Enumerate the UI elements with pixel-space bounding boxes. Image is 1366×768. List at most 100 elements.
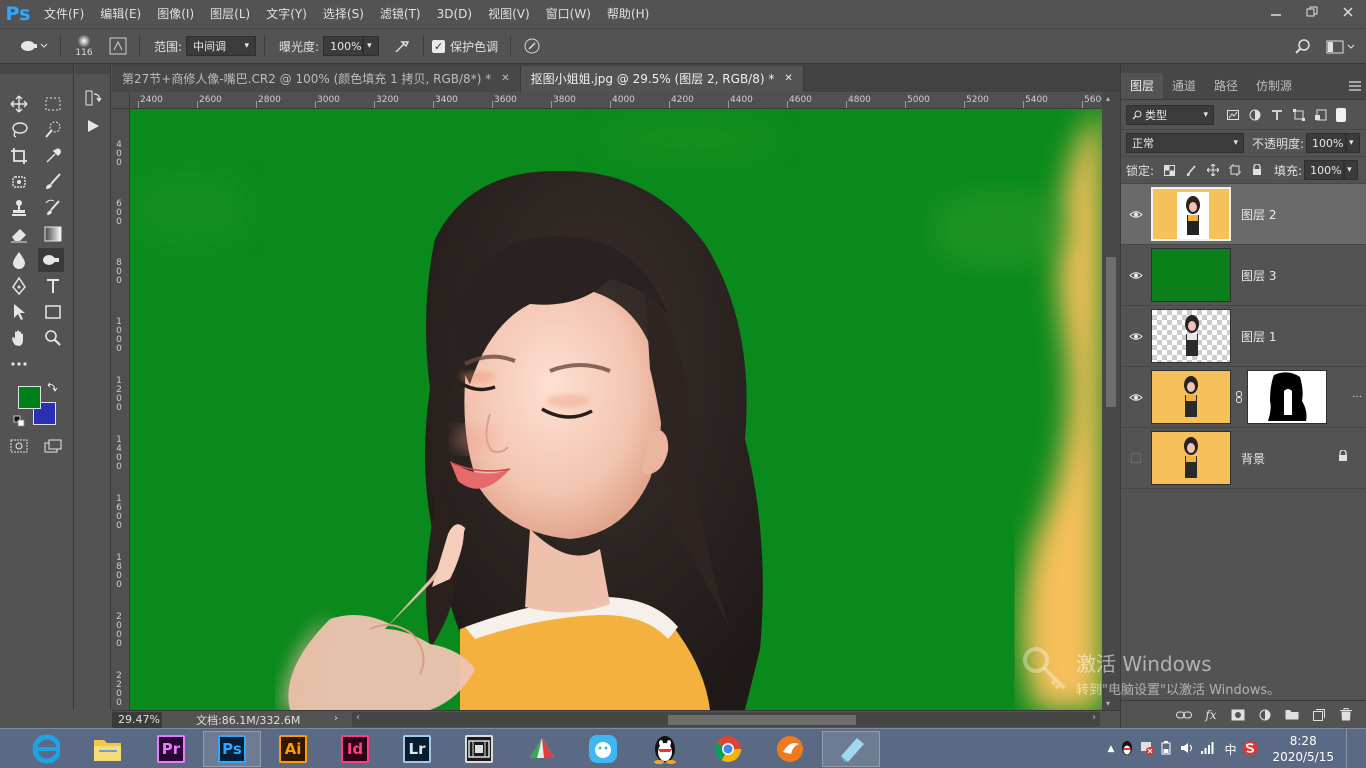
path-selection-tool-icon[interactable] bbox=[6, 300, 32, 324]
foreground-color-swatch[interactable] bbox=[18, 386, 41, 409]
group-icon[interactable] bbox=[1281, 705, 1303, 725]
lasso-tool-icon[interactable] bbox=[6, 118, 32, 142]
panel-grip[interactable] bbox=[0, 64, 73, 74]
swap-colors-icon[interactable] bbox=[44, 380, 60, 394]
chain-link-icon[interactable] bbox=[1233, 391, 1245, 403]
tab-layers[interactable]: 图层 bbox=[1121, 73, 1164, 99]
fill-dropdown[interactable]: ▾ bbox=[1344, 160, 1359, 180]
layer-name[interactable]: 图层 3 bbox=[1241, 267, 1276, 284]
taskbar-illustrator[interactable]: Ai bbox=[264, 731, 322, 767]
taskbar-ie[interactable] bbox=[14, 731, 78, 767]
taskbar-premiere[interactable]: Pr bbox=[142, 731, 200, 767]
opacity-dropdown[interactable]: ▾ bbox=[1346, 133, 1361, 153]
adjustment-icon[interactable] bbox=[1254, 705, 1276, 725]
close-icon[interactable]: ✕ bbox=[784, 66, 792, 92]
layer-filter-select[interactable]: 类型 ▾ bbox=[1126, 104, 1214, 125]
taskbar-qq[interactable] bbox=[636, 731, 694, 767]
qq-tray-icon[interactable] bbox=[1120, 740, 1134, 759]
layer-row[interactable]: 图层 3 bbox=[1121, 245, 1366, 306]
delete-icon[interactable] bbox=[1335, 705, 1357, 725]
layer-name[interactable]: 图层 2 bbox=[1241, 206, 1276, 223]
mask-icon[interactable] bbox=[1227, 705, 1249, 725]
lock-artboard-icon[interactable] bbox=[1224, 160, 1246, 180]
vertical-ruler[interactable]: 400 600 800 1000 1200 1400 1600 1800 2000 2200 bbox=[112, 109, 130, 710]
lock-transparent-icon[interactable] bbox=[1158, 160, 1180, 180]
blur-tool-icon[interactable] bbox=[6, 248, 32, 272]
scroll-down-icon[interactable]: ▾ bbox=[1106, 699, 1110, 708]
menu-image[interactable]: 图像(I) bbox=[149, 0, 202, 28]
taskbar-chrome[interactable] bbox=[698, 731, 756, 767]
history-panel-icon[interactable] bbox=[80, 86, 106, 110]
search-icon[interactable] bbox=[1290, 34, 1316, 60]
brush-settings-icon[interactable] bbox=[105, 33, 131, 59]
layer-name[interactable]: 图层 1 bbox=[1241, 328, 1276, 345]
eraser-tool-icon[interactable] bbox=[6, 222, 32, 246]
sogou-ime-icon[interactable] bbox=[1242, 740, 1258, 759]
new-layer-icon[interactable] bbox=[1308, 705, 1330, 725]
protect-tones-checkbox[interactable]: ✓ bbox=[432, 39, 446, 53]
layer-thumbnail[interactable] bbox=[1151, 248, 1231, 302]
menu-type[interactable]: 文字(Y) bbox=[258, 0, 315, 28]
taskbar-app-red[interactable] bbox=[512, 731, 570, 767]
network-warning-icon[interactable] bbox=[1140, 741, 1155, 758]
brush-preset-picker[interactable]: 116 bbox=[69, 30, 99, 62]
menu-filter[interactable]: 滤镜(T) bbox=[372, 0, 429, 28]
scroll-left-icon[interactable]: ‹ bbox=[356, 712, 360, 723]
menu-select[interactable]: 选择(S) bbox=[315, 0, 372, 28]
filter-shape-icon[interactable] bbox=[1288, 105, 1310, 125]
eye-icon[interactable] bbox=[1121, 210, 1151, 219]
lock-pixels-icon[interactable] bbox=[1180, 160, 1202, 180]
document-tab-1[interactable]: 第27节+商修人像-嘴巴.CR2 @ 100% (颜色填充 1 拷贝, RGB/… bbox=[112, 66, 521, 92]
taskbar-app-cyan[interactable] bbox=[822, 731, 880, 767]
taskbar-video-app[interactable] bbox=[450, 731, 508, 767]
ruler-origin[interactable] bbox=[112, 92, 130, 109]
menu-edit[interactable]: 编辑(E) bbox=[92, 0, 149, 28]
signal-icon[interactable] bbox=[1200, 741, 1214, 758]
minimize-icon[interactable] bbox=[1258, 0, 1294, 24]
zoom-tool-icon[interactable] bbox=[40, 326, 66, 350]
filter-type-icon[interactable] bbox=[1266, 105, 1288, 125]
filter-adjustment-icon[interactable] bbox=[1244, 105, 1266, 125]
filter-pixel-icon[interactable] bbox=[1222, 105, 1244, 125]
brush-tool-icon[interactable] bbox=[40, 170, 66, 194]
scroll-up-icon[interactable]: ▴ bbox=[1106, 94, 1110, 103]
taskbar-app-orange[interactable] bbox=[760, 731, 818, 767]
hand-tool-icon[interactable] bbox=[6, 326, 32, 350]
eye-icon[interactable] bbox=[1121, 332, 1151, 341]
range-select[interactable]: 中间调 ▾ bbox=[186, 36, 257, 56]
eye-icon[interactable] bbox=[1121, 271, 1151, 280]
menu-help[interactable]: 帮助(H) bbox=[599, 0, 657, 28]
filter-toggle-switch[interactable] bbox=[1336, 107, 1346, 122]
status-menu-arrow-icon[interactable]: › bbox=[334, 713, 338, 724]
vertical-scrollbar[interactable]: ▴ ▾ bbox=[1102, 92, 1120, 710]
link-icon[interactable] bbox=[1173, 705, 1195, 725]
document-tab-2[interactable]: 抠图小姐姐.jpg @ 29.5% (图层 2, RGB/8) * ✕ bbox=[520, 66, 804, 92]
taskbar-lightroom[interactable]: Lr bbox=[388, 731, 446, 767]
menu-3d[interactable]: 3D(D) bbox=[429, 0, 480, 28]
eye-icon[interactable] bbox=[1121, 393, 1151, 402]
layer-mask-thumbnail[interactable] bbox=[1247, 370, 1327, 424]
document-info[interactable]: 文档:86.1M/332.6M bbox=[196, 712, 300, 728]
layer-row[interactable]: 图层 2 bbox=[1121, 184, 1366, 245]
layer-name[interactable]: 背景 bbox=[1241, 450, 1265, 467]
tray-expand-icon[interactable]: ▲ bbox=[1108, 744, 1115, 754]
taskbar-app-blue[interactable] bbox=[574, 731, 632, 767]
battery-icon[interactable] bbox=[1160, 740, 1174, 758]
panel-grip[interactable] bbox=[75, 64, 110, 74]
pen-tool-icon[interactable] bbox=[6, 274, 32, 298]
menu-layer[interactable]: 图层(L) bbox=[202, 0, 258, 28]
move-tool-icon[interactable] bbox=[6, 92, 32, 116]
type-tool-icon[interactable] bbox=[40, 274, 66, 298]
more-tools-icon[interactable] bbox=[6, 352, 32, 376]
eyedropper-tool-icon[interactable] bbox=[40, 144, 66, 168]
menu-file[interactable]: 文件(F) bbox=[36, 0, 92, 28]
exposure-input[interactable]: 100% bbox=[323, 36, 364, 56]
taskbar-indesign[interactable]: Id bbox=[326, 731, 384, 767]
scroll-right-icon[interactable]: › bbox=[1092, 712, 1096, 723]
layer-thumbnail[interactable] bbox=[1151, 431, 1231, 485]
quick-mask-icon[interactable] bbox=[6, 434, 32, 458]
scrollbar-thumb[interactable] bbox=[668, 715, 856, 725]
layer-thumbnail[interactable] bbox=[1151, 309, 1231, 363]
tab-paths[interactable]: 路径 bbox=[1205, 73, 1247, 99]
volume-icon[interactable] bbox=[1180, 741, 1194, 758]
